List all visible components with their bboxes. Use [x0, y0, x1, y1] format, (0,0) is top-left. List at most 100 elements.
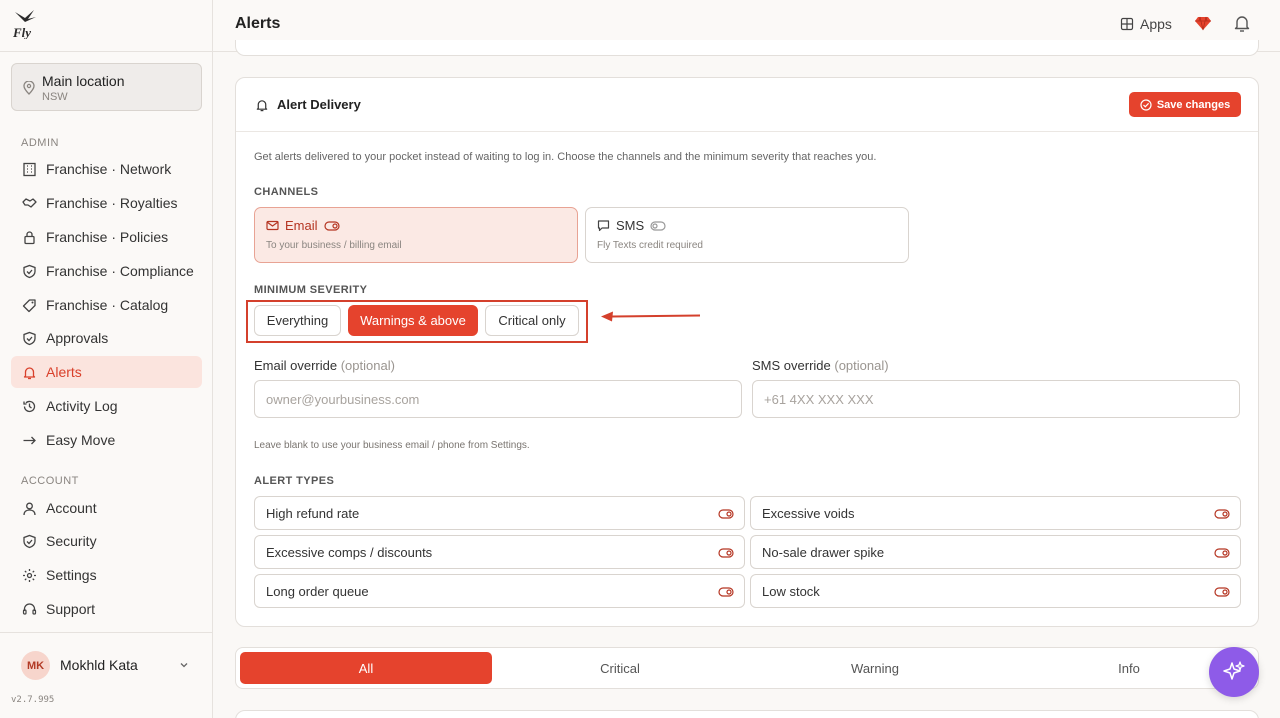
page-title: Alerts — [235, 15, 281, 32]
divider — [236, 131, 1258, 132]
alert-type-label: No-sale drawer spike — [762, 544, 885, 560]
sidebar-item-settings[interactable]: Settings — [11, 559, 202, 591]
channel-sms[interactable]: SMS Fly Texts credit required — [585, 207, 909, 263]
toggle-on-icon[interactable] — [1214, 508, 1230, 520]
sidebar-item-account[interactable]: Account — [11, 492, 202, 524]
severity-warnings-button[interactable]: Warnings & above — [348, 305, 478, 336]
channel-email-subtitle: To your business / billing email — [266, 240, 402, 251]
divider — [0, 632, 213, 633]
apps-button[interactable]: Apps — [1120, 14, 1172, 34]
logo-text: Fly — [12, 25, 31, 39]
sidebar-item-franchise-catalog[interactable]: Franchise · Catalog — [11, 289, 202, 321]
sidebar-item-label: Franchise · Catalog — [46, 297, 169, 313]
shield-icon — [21, 533, 37, 549]
alert-type-long-order-queue[interactable]: Long order queue — [254, 574, 745, 608]
channels-label: CHANNELS — [254, 186, 319, 198]
alert-type-no-sale-drawer-spike[interactable]: No-sale drawer spike — [750, 535, 1241, 569]
account-section-label: ACCOUNT — [21, 475, 79, 487]
email-override-input[interactable] — [254, 380, 742, 418]
sidebar-item-label: Franchise · Royalties — [46, 195, 178, 211]
annotation-arrow-icon — [601, 311, 701, 322]
sidebar-item-label: Activity Log — [46, 398, 118, 414]
sidebar-item-approvals[interactable]: Approvals — [11, 322, 202, 354]
tab-critical[interactable]: Critical — [494, 652, 746, 684]
sparkles-icon — [1223, 661, 1245, 680]
toggle-on-icon[interactable] — [323, 220, 340, 232]
message-icon — [597, 219, 610, 232]
channel-email[interactable]: Email To your business / billing email — [254, 207, 578, 263]
toggle-on-icon[interactable] — [1214, 586, 1230, 598]
tab-all[interactable]: All — [240, 652, 492, 684]
apps-label: Apps — [1140, 16, 1172, 32]
shield-check-icon — [21, 263, 37, 279]
alert-type-high-refund-rate[interactable]: High refund rate — [254, 496, 745, 530]
sidebar-item-security[interactable]: Security — [11, 525, 202, 557]
sidebar-item-alerts[interactable]: Alerts — [11, 356, 202, 388]
alert-type-excessive-comps[interactable]: Excessive comps / discounts — [254, 535, 745, 569]
divider — [0, 51, 213, 52]
sidebar-item-franchise-network[interactable]: Franchise · Network — [11, 153, 202, 185]
bell-icon — [21, 364, 37, 380]
save-label: Save changes — [1156, 98, 1231, 111]
location-selector[interactable]: Main location NSW — [11, 63, 202, 111]
channel-email-title: Email — [285, 218, 318, 233]
avatar[interactable]: MK — [21, 651, 50, 680]
sms-override-label: SMS override (optional) — [752, 358, 889, 373]
channel-sms-title: SMS — [616, 218, 645, 233]
sidebar-item-label: Security — [46, 533, 97, 549]
delivery-description: Get alerts delivered to your pocket inst… — [254, 151, 877, 163]
map-pin-icon — [23, 81, 35, 95]
mail-icon — [266, 219, 279, 232]
sidebar-item-franchise-compliance[interactable]: Franchise · Compliance — [11, 255, 202, 287]
sidebar-item-label: Approvals — [46, 330, 109, 346]
toggle-off-icon[interactable] — [650, 220, 666, 232]
sms-override-input[interactable] — [752, 380, 1240, 418]
sidebar-item-support[interactable]: Support — [11, 593, 202, 625]
sidebar-item-easy-move[interactable]: Easy Move — [11, 424, 202, 456]
alert-types-label: ALERT TYPES — [254, 475, 335, 487]
ai-assistant-button[interactable] — [1209, 647, 1259, 697]
sidebar-item-franchise-policies[interactable]: Franchise · Policies — [11, 221, 202, 253]
email-override-text: Email override — [254, 358, 338, 373]
sms-override-text: SMS override — [752, 358, 831, 373]
toggle-on-icon[interactable] — [718, 508, 734, 520]
sidebar-item-activity-log[interactable]: Activity Log — [11, 390, 202, 422]
optional-text: (optional) — [834, 358, 889, 373]
channel-sms-subtitle: Fly Texts credit required — [597, 240, 703, 251]
alert-type-excessive-voids[interactable]: Excessive voids — [750, 496, 1241, 530]
alert-filter-tabs: All Critical Warning Info — [235, 647, 1259, 689]
sidebar-item-label: Alerts — [46, 364, 82, 380]
location-region: NSW — [42, 91, 68, 103]
chevron-down-icon[interactable] — [179, 660, 189, 670]
lock-icon — [21, 229, 37, 245]
sidebar-item-label: Support — [46, 601, 96, 617]
arrow-right-icon — [21, 432, 37, 448]
app-version: v2.7.995 — [11, 695, 55, 705]
toggle-on-icon[interactable] — [1214, 547, 1230, 559]
gem-icon[interactable] — [1194, 14, 1212, 32]
building-icon — [21, 161, 37, 177]
card-title: Alert Delivery — [255, 97, 361, 112]
override-hint: Leave blank to use your business email /… — [254, 440, 530, 451]
toggle-on-icon[interactable] — [718, 586, 734, 598]
sidebar-item-label: Franchise · Policies — [46, 229, 169, 245]
severity-everything-button[interactable]: Everything — [254, 305, 341, 336]
next-card-edge — [235, 710, 1259, 718]
save-changes-button[interactable]: Save changes — [1129, 92, 1241, 117]
tab-warning[interactable]: Warning — [749, 652, 1001, 684]
card-title-text: Alert Delivery — [277, 97, 361, 112]
admin-section-label: ADMIN — [21, 137, 59, 149]
sidebar-item-label: Settings — [46, 567, 97, 583]
history-icon — [21, 398, 37, 414]
severity-critical-button[interactable]: Critical only — [485, 305, 579, 336]
fly-logo[interactable]: Fly — [12, 9, 38, 40]
bell-icon — [256, 99, 268, 111]
location-name: Main location — [42, 73, 125, 89]
alert-type-low-stock[interactable]: Low stock — [750, 574, 1241, 608]
gear-icon — [21, 567, 37, 583]
grid-icon — [1120, 17, 1134, 31]
user-name[interactable]: Mokhld Kata — [60, 657, 138, 673]
sidebar-item-franchise-royalties[interactable]: Franchise · Royalties — [11, 187, 202, 219]
toggle-on-icon[interactable] — [718, 547, 734, 559]
bell-icon[interactable] — [1233, 13, 1251, 33]
